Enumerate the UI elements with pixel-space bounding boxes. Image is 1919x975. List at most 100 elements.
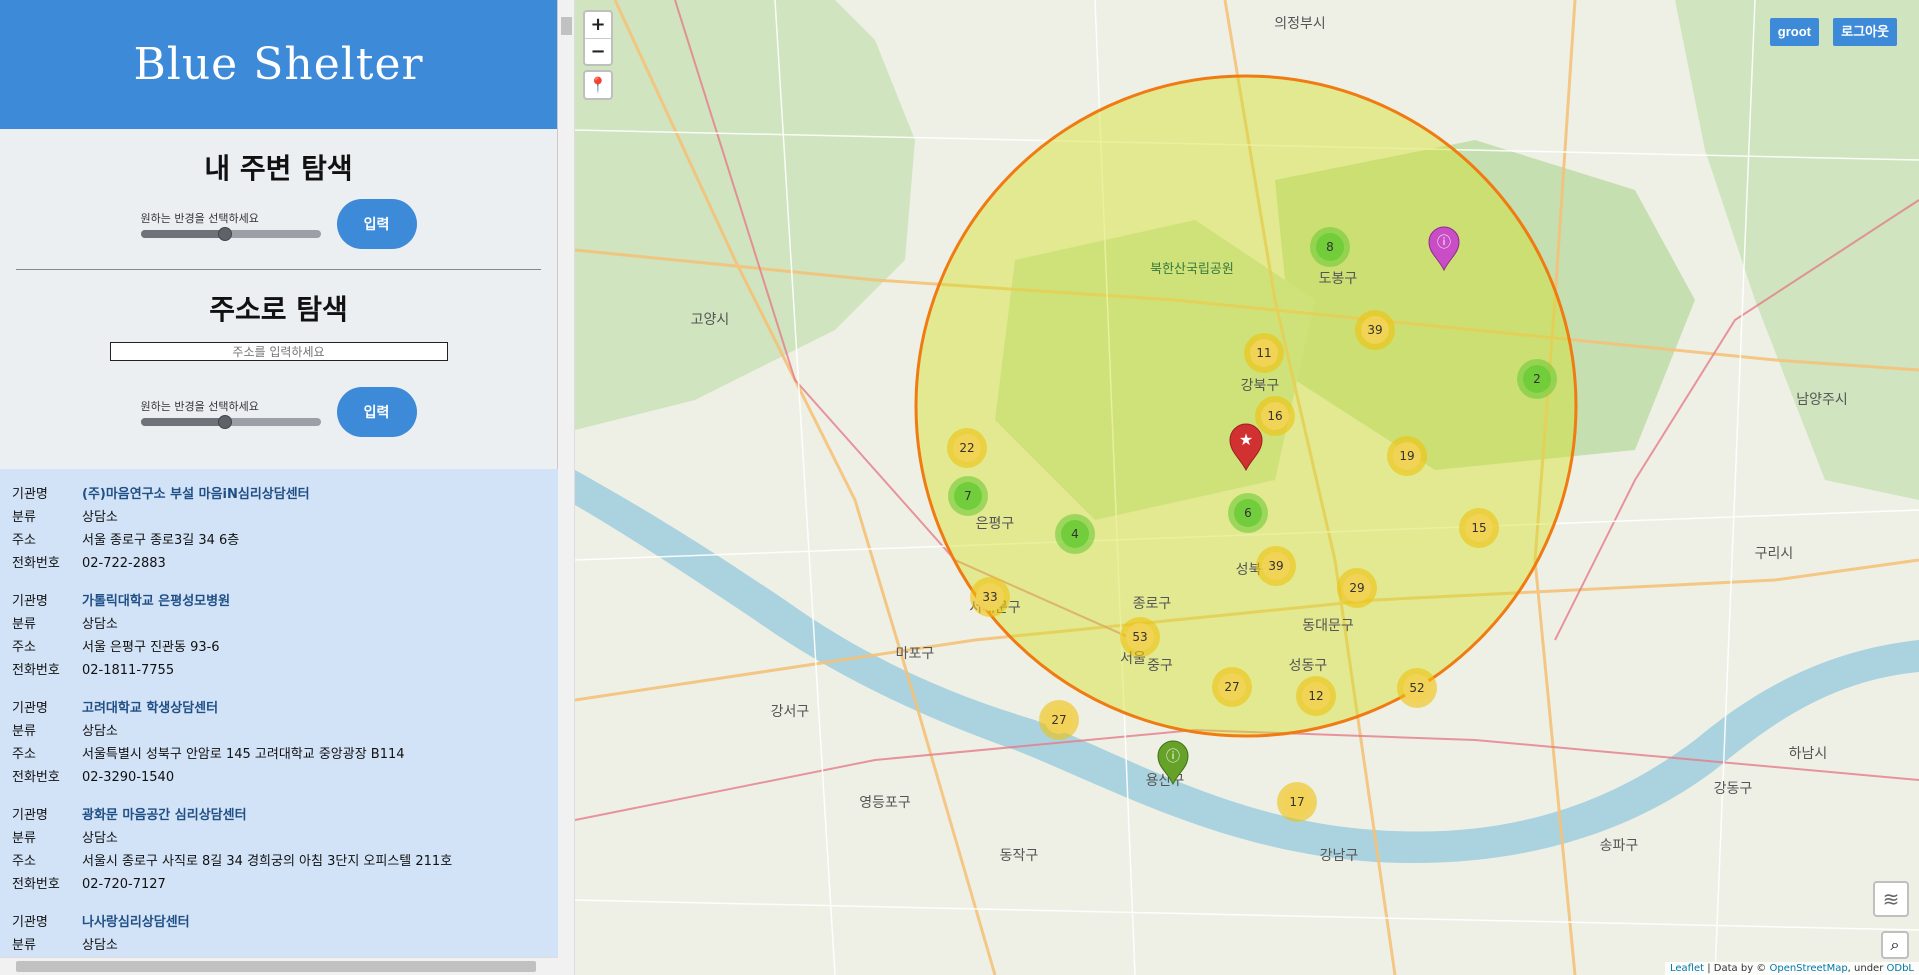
map-place-label: 구리시 xyxy=(1755,546,1794,562)
odbl-link[interactable]: ODbL xyxy=(1887,963,1915,974)
map-cluster[interactable]: 17 xyxy=(1277,782,1317,822)
address-input[interactable] xyxy=(109,342,448,361)
map-cluster[interactable]: 27 xyxy=(1039,700,1079,740)
map-place-label: 북한산국립공원 xyxy=(1150,262,1234,277)
result-address-label: 주소 xyxy=(12,533,36,548)
map-cluster-count: 16 xyxy=(1267,409,1282,423)
result-category-row: 분류 상담소 xyxy=(12,720,546,743)
map-cluster-count: 29 xyxy=(1349,581,1364,595)
result-name-row: 기관명 고려대학교 학생상담센터 xyxy=(12,697,546,720)
result-category-label: 분류 xyxy=(12,510,36,525)
address-radius-slider-box: 원하는 반경을 선택하세요 xyxy=(140,398,321,429)
map-cluster[interactable]: 39 xyxy=(1256,546,1296,586)
results-list: 기관명 (주)마음연구소 부설 마음iN심리상담센터 분류 상담소 주소 서울 종로구 종… xyxy=(0,469,558,957)
address-radius-fill xyxy=(140,418,226,426)
map-place-label: 종로구 xyxy=(1133,596,1172,612)
vertical-scrollbar[interactable] xyxy=(558,0,575,975)
result-name-value[interactable]: 나사랑심리상담센터 xyxy=(82,911,190,934)
map-cluster[interactable]: 12 xyxy=(1296,676,1336,716)
map-cluster[interactable]: 2 xyxy=(1517,359,1557,399)
address-search-section: 주소로 탐색 원하는 반경을 선택하세요 입력 xyxy=(0,270,557,437)
result-name-row: 기관명 광화문 마음공간 심리상담센터 xyxy=(12,804,546,827)
map-cluster[interactable]: 27 xyxy=(1212,667,1252,707)
logout-button[interactable]: 로그아웃 xyxy=(1833,18,1897,46)
address-radius-thumb[interactable] xyxy=(218,415,233,429)
map-cluster[interactable]: 15 xyxy=(1459,508,1499,548)
address-search-title: 주소로 탐색 xyxy=(209,293,348,326)
result-item: 기관명나사랑심리상담센터분류상담소주소전화번호 xyxy=(12,911,546,957)
result-item: 기관명 (주)마음연구소 부설 마음iN심리상담센터 분류 상담소 주소 서울 종로구 종… xyxy=(12,483,546,575)
result-category-label: 분류 xyxy=(12,724,36,739)
result-phone-label: 전화번호 xyxy=(12,770,60,785)
map-place-label: 남양주시 xyxy=(1796,392,1848,408)
result-address-label: 주소 xyxy=(12,854,36,869)
result-address-value: 서울특별시 성북구 안암로 145 고려대학교 중앙광장 B114 xyxy=(82,747,405,762)
map-cluster-count: 6 xyxy=(1244,506,1252,520)
result-category-row: 분류 상담소 xyxy=(12,506,546,529)
result-phone-row: 전화번호 02-3290-1540 xyxy=(12,766,546,789)
map-search-button[interactable]: ⌕ xyxy=(1881,931,1909,959)
nearby-radius-thumb[interactable] xyxy=(218,227,233,241)
map-cluster[interactable]: 33 xyxy=(970,577,1010,617)
map-place-label: 고양시 xyxy=(691,312,730,328)
result-phone-value: 02-722-2883 xyxy=(82,556,166,571)
result-name-row: 기관명 (주)마음연구소 부설 마음iN심리상담센터 xyxy=(12,483,546,506)
map-cluster-count: 4 xyxy=(1071,527,1079,541)
nearby-submit-button[interactable]: 입력 xyxy=(336,199,417,249)
map-cluster[interactable]: 22 xyxy=(947,428,987,468)
map-cluster-count: 17 xyxy=(1289,795,1304,809)
result-name-value[interactable]: 광화문 마음공간 심리상담센터 xyxy=(82,804,247,827)
user-button[interactable]: groot xyxy=(1769,18,1819,46)
result-category-value: 상담소 xyxy=(82,938,118,953)
map-cluster[interactable]: 52 xyxy=(1397,668,1437,708)
attribution-text: | Data by © xyxy=(1704,963,1770,974)
map-cluster[interactable]: 19 xyxy=(1387,436,1427,476)
result-address-value: 서울시 종로구 사직로 8길 34 경희궁의 아침 3단지 오피스텔 211호 xyxy=(82,854,453,869)
result-category-label: 분류 xyxy=(12,617,36,632)
map-place-label: 마포구 xyxy=(896,646,935,662)
zoom-out-button[interactable]: − xyxy=(585,38,611,64)
map-cluster[interactable]: 29 xyxy=(1337,568,1377,608)
zoom-in-button[interactable]: + xyxy=(585,12,611,38)
map-view[interactable]: 의정부시 고양시 구리시 남양주시 도봉구 강북구 은평구 종로구 성북구 동대문구 중구 성동구 용산… xyxy=(575,0,1919,975)
leaflet-link[interactable]: Leaflet xyxy=(1670,963,1704,974)
result-phone-value: 02-3290-1540 xyxy=(82,770,175,785)
result-phone-value: 02-1811-7755 xyxy=(82,663,175,678)
address-radius-slider[interactable] xyxy=(140,415,321,429)
result-address-row: 주소 서울시 종로구 사직로 8길 34 경희궁의 아침 3단지 오피스텔 211… xyxy=(12,850,546,873)
result-phone-label: 전화번호 xyxy=(12,556,60,571)
app-header: Blue Shelter xyxy=(0,0,557,129)
map-canvas[interactable]: 의정부시고양시구리시남양주시도봉구강북구은평구종로구성북구동대문구중구 성동구용산… xyxy=(575,0,1919,975)
locate-me-button[interactable]: 📍 xyxy=(583,70,613,100)
map-cluster-count: 22 xyxy=(959,441,974,455)
nearby-search-section: 내 주변 탐색 원하는 반경을 선택하세요 입력 xyxy=(0,129,557,249)
map-cluster[interactable]: 53 xyxy=(1120,617,1160,657)
address-submit-button[interactable]: 입력 xyxy=(336,387,417,437)
nearby-radius-slider[interactable] xyxy=(140,227,321,241)
result-name-value[interactable]: (주)마음연구소 부설 마음iN심리상담센터 xyxy=(82,483,310,506)
map-cluster[interactable]: 39 xyxy=(1355,310,1395,350)
map-place-label: 송파구 xyxy=(1600,838,1639,854)
map-cluster-count: 27 xyxy=(1051,713,1066,727)
result-phone-label: 전화번호 xyxy=(12,663,60,678)
map-cluster[interactable]: 8 xyxy=(1310,227,1350,267)
result-name-label: 기관명 xyxy=(12,808,48,823)
osm-link[interactable]: OpenStreetMap xyxy=(1769,963,1847,974)
result-name-row: 기관명 가톨릭대학교 은평성모병원 xyxy=(12,590,546,613)
svg-text:ⓘ: ⓘ xyxy=(1437,235,1451,251)
horizontal-scrollbar[interactable] xyxy=(0,957,558,975)
result-name-value[interactable]: 고려대학교 학생상담센터 xyxy=(82,697,218,720)
result-name-value[interactable]: 가톨릭대학교 은평성모병원 xyxy=(82,590,230,613)
map-cluster[interactable]: 4 xyxy=(1055,514,1095,554)
map-cluster[interactable]: 6 xyxy=(1228,493,1268,533)
map-cluster[interactable]: 16 xyxy=(1255,396,1295,436)
result-phone-label: 전화번호 xyxy=(12,877,60,892)
map-place-label: 성동구 xyxy=(1289,658,1328,674)
map-cluster[interactable]: 7 xyxy=(948,476,988,516)
map-cluster[interactable]: 11 xyxy=(1244,333,1284,373)
map-attribution: Leaflet | Data by © OpenStreetMap, under… xyxy=(1665,962,1919,975)
map-cluster-count: 8 xyxy=(1326,240,1334,254)
layers-button[interactable]: ≋ xyxy=(1873,881,1909,917)
horizontal-scrollbar-thumb[interactable] xyxy=(16,961,536,972)
vertical-scrollbar-thumb[interactable] xyxy=(561,17,572,35)
